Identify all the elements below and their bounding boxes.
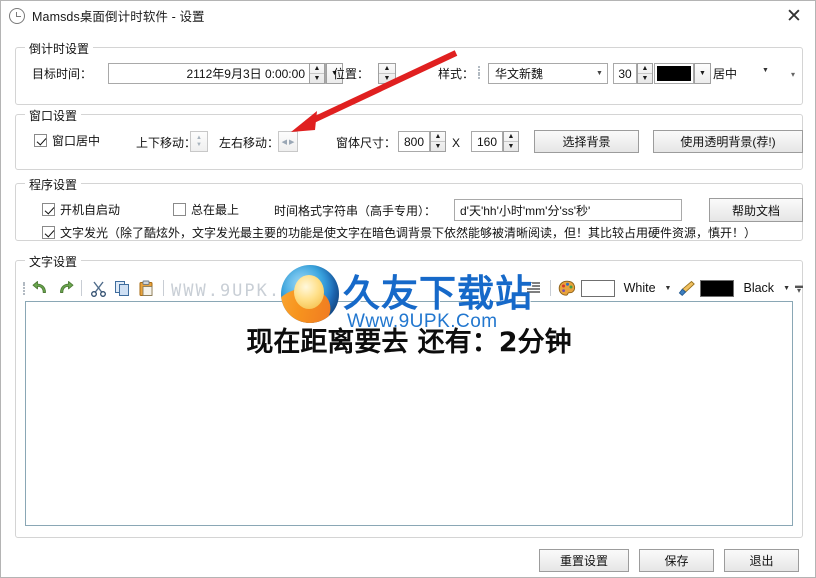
checkbox-box[interactable] bbox=[173, 203, 186, 216]
transparent-background-button[interactable]: 使用透明背景(荐!) bbox=[653, 130, 803, 153]
window-center-label: 窗口居中 bbox=[52, 134, 101, 148]
preview-text: 现在距离要去 还有：2分钟 bbox=[246, 327, 572, 358]
undo-icon[interactable] bbox=[30, 278, 51, 299]
toolbar-separator bbox=[163, 280, 164, 296]
window-settings-group: 窗口设置 窗口居中 上下移动： ▲ ▼ 左右移动： ◀ ▶ 窗体尺寸： 800 ▲ … bbox=[15, 107, 803, 170]
font-size-spinner[interactable]: ▲ ▼ bbox=[637, 63, 653, 84]
copy-icon[interactable] bbox=[112, 278, 133, 299]
text-preview-editor[interactable]: 现在距离要去 还有：2分钟 bbox=[25, 301, 793, 526]
spinner-down-icon[interactable]: ▼ bbox=[310, 74, 324, 83]
vertical-move-label: 上下移动： bbox=[136, 136, 197, 150]
outline-color-label: Black bbox=[743, 281, 775, 295]
window-size-label: 窗体尺寸： bbox=[336, 136, 397, 150]
font-color-swatch-box[interactable] bbox=[654, 63, 694, 84]
target-time-label: 目标时间： bbox=[32, 67, 93, 81]
chevron-down-icon[interactable]: ▼ bbox=[592, 70, 607, 77]
font-family-combo[interactable]: 华文新魏 ▼ bbox=[488, 63, 608, 84]
target-time-value: 2112年9月3日 0:00:00 bbox=[186, 67, 305, 81]
settings-window: Mamsds桌面倒计时软件 - 设置 ✕ 倒计时设置 目标时间： 2112年9月… bbox=[0, 0, 816, 578]
font-size-spinbox[interactable]: 30 ▲ ▼ bbox=[613, 63, 653, 84]
font-family-value: 华文新魏 bbox=[495, 67, 544, 81]
width-up-icon[interactable]: ▲ bbox=[431, 132, 445, 142]
font-size-value[interactable]: 30 bbox=[613, 63, 637, 84]
vertical-move-spinner[interactable]: ▲ ▼ bbox=[190, 131, 208, 152]
target-time-picker[interactable]: 2112年9月3日 0:00:00 ▲ ▼ ▼ bbox=[108, 63, 343, 84]
window-height-value[interactable]: 160 bbox=[471, 131, 503, 152]
font-size-up-icon[interactable]: ▲ bbox=[638, 64, 652, 74]
footer-bar: 重置设置 保存 退出 bbox=[1, 535, 815, 577]
overflow-chevron-icon[interactable]: ▾ bbox=[784, 65, 802, 86]
checkbox-box[interactable] bbox=[42, 226, 55, 239]
position-spinner-down-icon[interactable]: ▼ bbox=[379, 74, 395, 83]
always-on-top-checkbox[interactable]: 总在最上 bbox=[173, 201, 239, 218]
align-dropdown-icon[interactable]: ▼ bbox=[762, 67, 769, 74]
text-glow-checkbox[interactable]: 文字发光（除了酷炫外，文字发光最主要的功能是使文字在暗色调背景下依然能够被清晰阅… bbox=[42, 224, 756, 241]
window-width-spinner[interactable]: ▲ ▼ bbox=[430, 131, 446, 152]
position-label: 位置： bbox=[333, 67, 370, 81]
horizontal-move-spinner[interactable]: ◀ ▶ bbox=[278, 131, 298, 152]
autostart-label: 开机自启动 bbox=[60, 203, 121, 217]
brush-icon[interactable] bbox=[676, 278, 697, 299]
program-settings-group: 程序设置 开机自启动 总在最上 时间格式字符串（高手专用）： d'天'hh'小时… bbox=[15, 176, 803, 241]
font-color-swatch bbox=[657, 66, 691, 81]
checkbox-box[interactable] bbox=[34, 134, 47, 147]
font-color-picker[interactable]: ▼ bbox=[654, 63, 711, 84]
countdown-group-legend: 倒计时设置 bbox=[25, 40, 94, 57]
size-separator: X bbox=[452, 136, 461, 150]
reset-settings-button[interactable]: 重置设置 bbox=[539, 549, 629, 572]
toolbar-separator bbox=[549, 280, 551, 296]
palette-icon[interactable] bbox=[557, 278, 578, 299]
window-title: Mamsds桌面倒计时软件 - 设置 bbox=[32, 10, 205, 24]
window-center-checkbox[interactable]: 窗口居中 bbox=[34, 132, 100, 149]
save-button[interactable]: 保存 bbox=[639, 549, 714, 572]
window-height-spinbox[interactable]: 160 ▲ ▼ bbox=[471, 131, 519, 152]
outline-color-dropdown-icon[interactable]: ▼ bbox=[781, 285, 792, 292]
help-doc-button[interactable]: 帮助文档 bbox=[709, 198, 803, 222]
height-down-icon[interactable]: ▼ bbox=[504, 142, 518, 151]
font-color-dropdown-icon[interactable]: ▼ bbox=[694, 63, 711, 84]
font-size-down-icon[interactable]: ▼ bbox=[638, 74, 652, 83]
outline-color-swatch[interactable] bbox=[700, 279, 735, 297]
fill-color-dropdown-icon[interactable]: ▼ bbox=[663, 285, 674, 292]
style-grip-icon bbox=[478, 65, 482, 80]
align-icon[interactable] bbox=[523, 278, 544, 299]
autostart-checkbox[interactable]: 开机自启动 bbox=[42, 201, 120, 218]
always-on-top-label: 总在最上 bbox=[191, 203, 240, 217]
text-toolbar: White ▼ Black ▼ ▬ ▾ bbox=[23, 276, 803, 300]
style-label: 样式： bbox=[438, 67, 475, 81]
redo-icon[interactable] bbox=[54, 278, 75, 299]
checkbox-box[interactable] bbox=[42, 203, 55, 216]
height-up-icon[interactable]: ▲ bbox=[504, 132, 518, 142]
fill-color-label: White bbox=[623, 281, 656, 295]
title-bar: Mamsds桌面倒计时软件 - 设置 ✕ bbox=[1, 1, 815, 31]
program-group-legend: 程序设置 bbox=[25, 176, 82, 193]
window-group-legend: 窗口设置 bbox=[25, 107, 82, 124]
fill-color-swatch[interactable] bbox=[580, 279, 615, 297]
toolbar-overflow-icon[interactable]: ▬ ▾ bbox=[795, 282, 803, 295]
window-width-spinbox[interactable]: 800 ▲ ▼ bbox=[398, 131, 446, 152]
window-width-value[interactable]: 800 bbox=[398, 131, 430, 152]
time-format-label: 时间格式字符串（高手专用）： bbox=[274, 204, 437, 218]
toolbar-grip-icon[interactable] bbox=[23, 281, 27, 296]
choose-background-button[interactable]: 选择背景 bbox=[534, 130, 639, 153]
clock-icon bbox=[9, 7, 25, 24]
width-down-icon[interactable]: ▼ bbox=[431, 142, 445, 151]
paste-icon[interactable] bbox=[136, 278, 157, 299]
cut-icon[interactable] bbox=[88, 278, 109, 299]
window-height-spinner[interactable]: ▲ ▼ bbox=[503, 131, 519, 152]
horizontal-move-label: 左右移动： bbox=[219, 136, 280, 150]
position-spinner[interactable]: ▲ ▼ bbox=[378, 63, 396, 84]
countdown-settings-group: 倒计时设置 目标时间： 2112年9月3日 0:00:00 ▲ ▼ ▼ 位置： … bbox=[15, 40, 803, 105]
close-icon[interactable]: ✕ bbox=[783, 5, 805, 27]
position-spinner-up-icon[interactable]: ▲ bbox=[379, 64, 395, 74]
target-time-field[interactable]: 2112年9月3日 0:00:00 ▲ ▼ bbox=[108, 63, 326, 84]
target-time-spinner[interactable]: ▲ ▼ bbox=[309, 63, 325, 84]
align-value: 居中 bbox=[713, 67, 738, 81]
text-glow-label: 文字发光（除了酷炫外，文字发光最主要的功能是使文字在暗色调背景下依然能够被清晰阅… bbox=[60, 226, 757, 240]
spinner-up-icon[interactable]: ▲ bbox=[310, 64, 324, 74]
time-format-input[interactable]: d'天'hh'小时'mm'分'ss'秒' bbox=[454, 199, 682, 221]
text-group-legend: 文字设置 bbox=[25, 253, 82, 270]
exit-button[interactable]: 退出 bbox=[724, 549, 799, 572]
toolbar-separator bbox=[81, 280, 82, 296]
